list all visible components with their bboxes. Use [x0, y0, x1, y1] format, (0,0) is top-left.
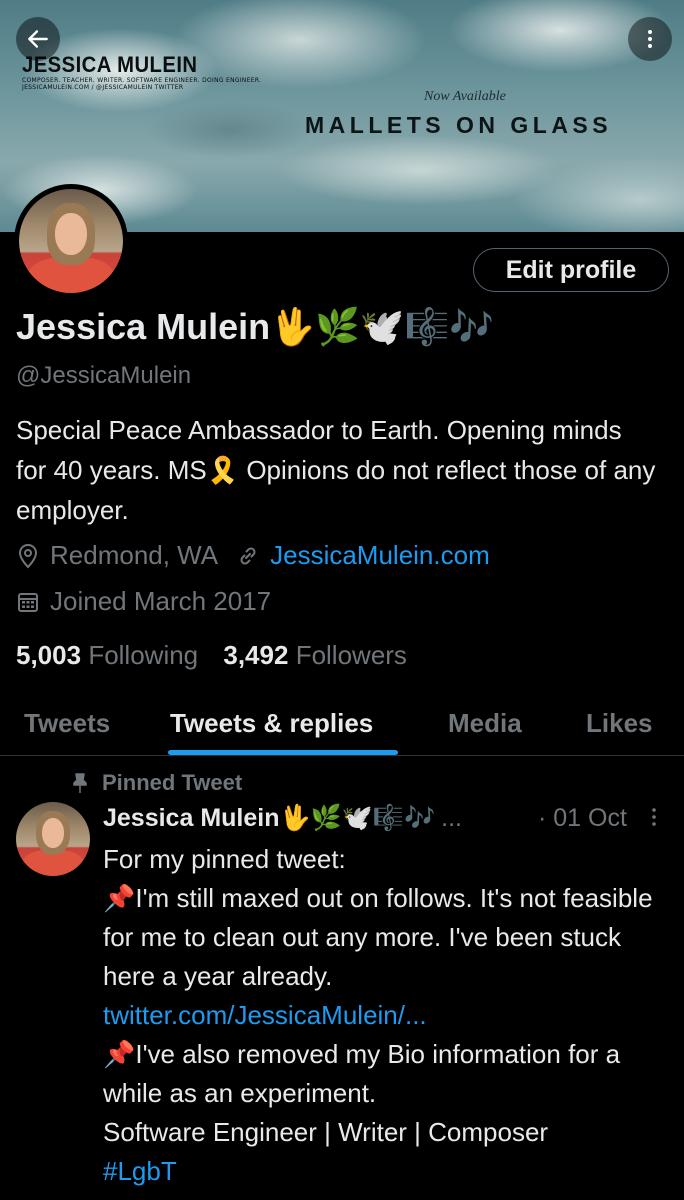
profile-joined-date: Joined March 2017 — [50, 586, 272, 616]
tweet-header: Jessica Mulein🖖🌿🕊️🎼🎶... · 01 Oct — [103, 804, 673, 833]
tab-tweets[interactable]: Tweets — [24, 708, 110, 739]
calendar-icon — [16, 590, 40, 614]
profile-location: Redmond, WA — [50, 540, 219, 570]
banner-album-title: MALLETS ON GLASS — [305, 112, 613, 138]
more-vertical-icon — [648, 30, 652, 48]
profile-handle: @JessicaMulein — [16, 362, 192, 389]
profile-bio: Special Peace Ambassador to Earth. Openi… — [16, 415, 656, 525]
profile-display-name: Jessica Mulein🖖🌿🕊️🎼🎶 — [16, 306, 495, 347]
active-tab-indicator — [168, 750, 398, 755]
tweet-line-roles: Software Engineer | Writer | Composer — [103, 1117, 549, 1147]
following-label: Following — [88, 640, 199, 670]
banner-brand-links: JESSICAMULEIN.COM / @JESSICAMULEIN TWITT… — [22, 84, 184, 91]
edit-profile-button[interactable]: Edit profile — [473, 248, 669, 292]
tweet-author-name[interactable]: Jessica Mulein🖖🌿🕊️🎼🎶 — [103, 804, 435, 832]
following-count: 5,003 — [16, 640, 82, 670]
tweet-hashtag[interactable]: #LgbT — [103, 1152, 673, 1191]
link-icon — [236, 544, 260, 568]
pinned-tweet-label: Pinned Tweet — [70, 770, 242, 796]
profile-tabs: Tweets Tweets & replies Media Likes — [0, 690, 684, 756]
tweet-more-button[interactable] — [649, 806, 659, 835]
pinned-tweet-label-text: Pinned Tweet — [102, 770, 243, 795]
profile-joined-row: Joined March 2017 — [16, 586, 271, 617]
tweet-more-icon — [652, 808, 656, 826]
tweet-paragraph-bio: 📌I've also removed my Bio information fo… — [103, 1039, 621, 1108]
tweet-line-intro: For my pinned tweet: — [103, 844, 346, 874]
tab-media[interactable]: Media — [448, 708, 522, 739]
tweet-timestamp[interactable]: · 01 Oct — [538, 804, 627, 833]
following-link[interactable]: 5,003 Following — [16, 640, 198, 670]
followers-label: Followers — [295, 640, 407, 670]
profile-stats: 5,003 Following 3,492 Followers — [16, 640, 407, 671]
tab-tweets-and-replies[interactable]: Tweets & replies — [170, 708, 373, 739]
followers-link[interactable]: 3,492 Followers — [223, 640, 407, 670]
banner-now-available: Now Available — [424, 89, 506, 104]
tweet-paragraph-follows: 📌I'm still maxed out on follows. It's no… — [103, 883, 653, 991]
back-button[interactable] — [16, 17, 60, 61]
location-pin-icon — [16, 543, 40, 569]
banner-brand-subtitle: COMPOSER. TEACHER. WRITER. SOFTWARE ENGI… — [22, 77, 262, 84]
tweet-text: For my pinned tweet: 📌I'm still maxed ou… — [103, 840, 673, 1191]
profile-avatar[interactable] — [14, 184, 128, 298]
tab-likes[interactable]: Likes — [586, 708, 653, 739]
tweet-link[interactable]: twitter.com/JessicaMulein/... — [103, 996, 673, 1035]
profile-website-link[interactable]: JessicaMulein.com — [270, 540, 490, 571]
more-options-button[interactable] — [628, 17, 672, 61]
arrow-left-icon — [28, 30, 48, 48]
avatar-photo — [19, 189, 123, 293]
tweet-author-truncation: ... — [441, 804, 462, 832]
tweet-author-avatar[interactable] — [16, 802, 90, 876]
profile-location-row: Redmond, WA JessicaMulein.com — [16, 540, 490, 571]
followers-count: 3,492 — [223, 640, 289, 670]
pin-icon — [70, 772, 102, 794]
